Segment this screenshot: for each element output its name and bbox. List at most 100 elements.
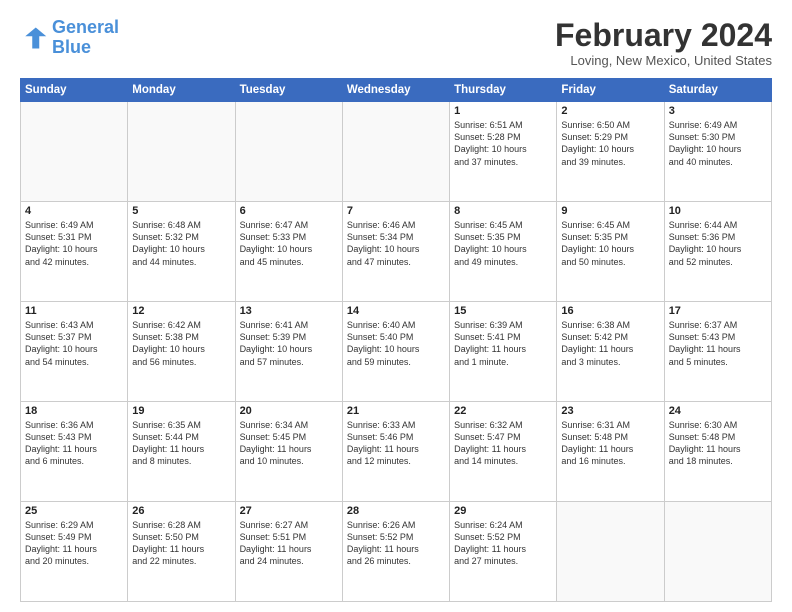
- day-info: Sunrise: 6:32 AM Sunset: 5:47 PM Dayligh…: [454, 419, 552, 468]
- day-info: Sunrise: 6:51 AM Sunset: 5:28 PM Dayligh…: [454, 119, 552, 168]
- day-info: Sunrise: 6:35 AM Sunset: 5:44 PM Dayligh…: [132, 419, 230, 468]
- calendar-day-cell: 11 Sunrise: 6:43 AM Sunset: 5:37 PM Dayli…: [21, 302, 128, 402]
- calendar-day-cell: 28 Sunrise: 6:26 AM Sunset: 5:52 PM Dayli…: [342, 502, 449, 602]
- calendar-week-row: 4 Sunrise: 6:49 AM Sunset: 5:31 PM Daylig…: [21, 202, 772, 302]
- calendar-day-cell: 18 Sunrise: 6:36 AM Sunset: 5:43 PM Dayli…: [21, 402, 128, 502]
- calendar-day-cell: [128, 102, 235, 202]
- logo: General Blue: [20, 18, 119, 58]
- header: General Blue February 2024 Loving, New M…: [20, 18, 772, 68]
- day-number: 2: [561, 105, 659, 117]
- month-title: February 2024: [555, 18, 772, 53]
- day-number: 25: [25, 505, 123, 517]
- day-info: Sunrise: 6:37 AM Sunset: 5:43 PM Dayligh…: [669, 319, 767, 368]
- day-info: Sunrise: 6:45 AM Sunset: 5:35 PM Dayligh…: [454, 219, 552, 268]
- calendar-day-cell: [664, 502, 771, 602]
- logo-icon: [20, 24, 48, 52]
- calendar-day-cell: 19 Sunrise: 6:35 AM Sunset: 5:44 PM Dayli…: [128, 402, 235, 502]
- day-info: Sunrise: 6:29 AM Sunset: 5:49 PM Dayligh…: [25, 519, 123, 568]
- day-info: Sunrise: 6:48 AM Sunset: 5:32 PM Dayligh…: [132, 219, 230, 268]
- day-number: 13: [240, 305, 338, 317]
- page: General Blue February 2024 Loving, New M…: [0, 0, 792, 612]
- day-number: 17: [669, 305, 767, 317]
- day-info: Sunrise: 6:24 AM Sunset: 5:52 PM Dayligh…: [454, 519, 552, 568]
- day-info: Sunrise: 6:33 AM Sunset: 5:46 PM Dayligh…: [347, 419, 445, 468]
- calendar-day-cell: 15 Sunrise: 6:39 AM Sunset: 5:41 PM Dayli…: [450, 302, 557, 402]
- calendar-day-cell: 27 Sunrise: 6:27 AM Sunset: 5:51 PM Dayli…: [235, 502, 342, 602]
- day-info: Sunrise: 6:45 AM Sunset: 5:35 PM Dayligh…: [561, 219, 659, 268]
- day-info: Sunrise: 6:36 AM Sunset: 5:43 PM Dayligh…: [25, 419, 123, 468]
- day-number: 5: [132, 205, 230, 217]
- day-number: 11: [25, 305, 123, 317]
- calendar-day-cell: 24Sunrise: 6:30 AM Sunset: 5:48 PM Dayli…: [664, 402, 771, 502]
- weekday-header-cell: Tuesday: [235, 79, 342, 102]
- day-number: 27: [240, 505, 338, 517]
- day-info: Sunrise: 6:49 AM Sunset: 5:31 PM Dayligh…: [25, 219, 123, 268]
- weekday-header-cell: Friday: [557, 79, 664, 102]
- calendar-day-cell: [235, 102, 342, 202]
- day-number: 26: [132, 505, 230, 517]
- calendar-day-cell: 22 Sunrise: 6:32 AM Sunset: 5:47 PM Dayli…: [450, 402, 557, 502]
- day-number: 23: [561, 405, 659, 417]
- calendar-day-cell: 16Sunrise: 6:38 AM Sunset: 5:42 PM Dayli…: [557, 302, 664, 402]
- weekday-header-cell: Saturday: [664, 79, 771, 102]
- weekday-header-cell: Wednesday: [342, 79, 449, 102]
- calendar-day-cell: 1 Sunrise: 6:51 AM Sunset: 5:28 PM Daylig…: [450, 102, 557, 202]
- day-number: 14: [347, 305, 445, 317]
- weekday-header-cell: Sunday: [21, 79, 128, 102]
- calendar-day-cell: 13 Sunrise: 6:41 AM Sunset: 5:39 PM Dayli…: [235, 302, 342, 402]
- calendar-day-cell: 8Sunrise: 6:45 AM Sunset: 5:35 PM Daylig…: [450, 202, 557, 302]
- calendar-table: SundayMondayTuesdayWednesdayThursdayFrid…: [20, 78, 772, 602]
- calendar-day-cell: 7 Sunrise: 6:46 AM Sunset: 5:34 PM Daylig…: [342, 202, 449, 302]
- day-number: 9: [561, 205, 659, 217]
- day-number: 22: [454, 405, 552, 417]
- calendar-day-cell: 5 Sunrise: 6:48 AM Sunset: 5:32 PM Daylig…: [128, 202, 235, 302]
- day-number: 19: [132, 405, 230, 417]
- calendar-day-cell: 2 Sunrise: 6:50 AM Sunset: 5:29 PM Daylig…: [557, 102, 664, 202]
- day-number: 21: [347, 405, 445, 417]
- calendar-day-cell: 9 Sunrise: 6:45 AM Sunset: 5:35 PM Daylig…: [557, 202, 664, 302]
- day-info: Sunrise: 6:50 AM Sunset: 5:29 PM Dayligh…: [561, 119, 659, 168]
- calendar-day-cell: [342, 102, 449, 202]
- weekday-header-cell: Thursday: [450, 79, 557, 102]
- calendar-day-cell: 10 Sunrise: 6:44 AM Sunset: 5:36 PM Dayli…: [664, 202, 771, 302]
- day-info: Sunrise: 6:26 AM Sunset: 5:52 PM Dayligh…: [347, 519, 445, 568]
- day-number: 24: [669, 405, 767, 417]
- day-number: 10: [669, 205, 767, 217]
- day-number: 15: [454, 305, 552, 317]
- day-number: 4: [25, 205, 123, 217]
- calendar-day-cell: 23Sunrise: 6:31 AM Sunset: 5:48 PM Dayli…: [557, 402, 664, 502]
- weekday-header-row: SundayMondayTuesdayWednesdayThursdayFrid…: [21, 79, 772, 102]
- day-info: Sunrise: 6:28 AM Sunset: 5:50 PM Dayligh…: [132, 519, 230, 568]
- day-number: 18: [25, 405, 123, 417]
- calendar-day-cell: 4 Sunrise: 6:49 AM Sunset: 5:31 PM Daylig…: [21, 202, 128, 302]
- calendar-day-cell: 26 Sunrise: 6:28 AM Sunset: 5:50 PM Dayli…: [128, 502, 235, 602]
- calendar-day-cell: 25 Sunrise: 6:29 AM Sunset: 5:49 PM Dayli…: [21, 502, 128, 602]
- day-number: 12: [132, 305, 230, 317]
- day-info: Sunrise: 6:43 AM Sunset: 5:37 PM Dayligh…: [25, 319, 123, 368]
- calendar-day-cell: [557, 502, 664, 602]
- location: Loving, New Mexico, United States: [555, 53, 772, 68]
- logo-line1: General: [52, 17, 119, 37]
- day-number: 16: [561, 305, 659, 317]
- day-info: Sunrise: 6:46 AM Sunset: 5:34 PM Dayligh…: [347, 219, 445, 268]
- day-info: Sunrise: 6:41 AM Sunset: 5:39 PM Dayligh…: [240, 319, 338, 368]
- day-number: 7: [347, 205, 445, 217]
- day-number: 28: [347, 505, 445, 517]
- day-info: Sunrise: 6:44 AM Sunset: 5:36 PM Dayligh…: [669, 219, 767, 268]
- day-number: 6: [240, 205, 338, 217]
- calendar-day-cell: 21 Sunrise: 6:33 AM Sunset: 5:46 PM Dayli…: [342, 402, 449, 502]
- logo-text: General Blue: [52, 18, 119, 58]
- day-number: 1: [454, 105, 552, 117]
- calendar-week-row: 11 Sunrise: 6:43 AM Sunset: 5:37 PM Dayli…: [21, 302, 772, 402]
- day-number: 29: [454, 505, 552, 517]
- day-info: Sunrise: 6:27 AM Sunset: 5:51 PM Dayligh…: [240, 519, 338, 568]
- day-info: Sunrise: 6:39 AM Sunset: 5:41 PM Dayligh…: [454, 319, 552, 368]
- calendar-day-cell: [21, 102, 128, 202]
- calendar-day-cell: 3Sunrise: 6:49 AM Sunset: 5:30 PM Daylig…: [664, 102, 771, 202]
- calendar-week-row: 25 Sunrise: 6:29 AM Sunset: 5:49 PM Dayli…: [21, 502, 772, 602]
- day-info: Sunrise: 6:40 AM Sunset: 5:40 PM Dayligh…: [347, 319, 445, 368]
- calendar-day-cell: 29 Sunrise: 6:24 AM Sunset: 5:52 PM Dayli…: [450, 502, 557, 602]
- weekday-header-cell: Monday: [128, 79, 235, 102]
- day-info: Sunrise: 6:47 AM Sunset: 5:33 PM Dayligh…: [240, 219, 338, 268]
- title-block: February 2024 Loving, New Mexico, United…: [555, 18, 772, 68]
